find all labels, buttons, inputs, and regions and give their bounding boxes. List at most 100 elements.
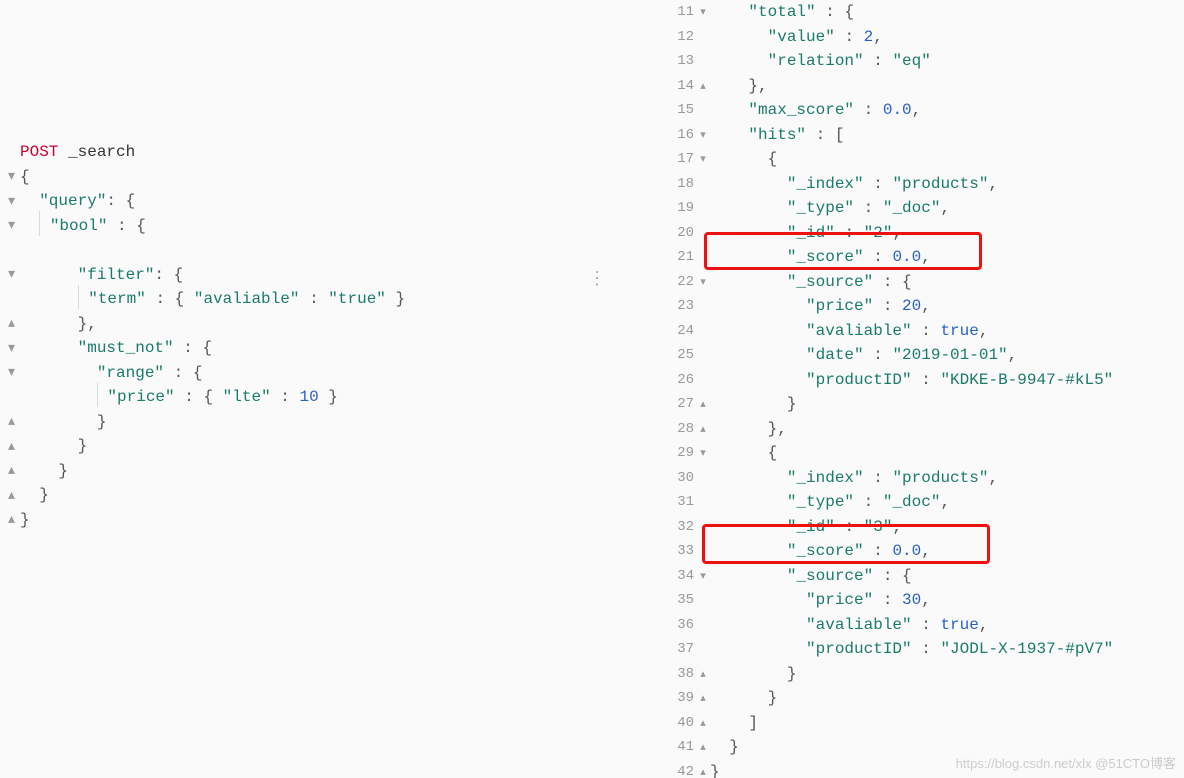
code-line[interactable]: 18 "_index" : "products", xyxy=(662,172,1113,197)
code-line[interactable]: 40▴ ] xyxy=(662,711,1113,736)
code-line[interactable]: 39▴ } xyxy=(662,686,1113,711)
fold-marker[interactable]: ▴ xyxy=(0,434,18,459)
code-line[interactable]: 19 "_type" : "_doc", xyxy=(662,196,1113,221)
code-line[interactable]: 30 "_index" : "products", xyxy=(662,466,1113,491)
code-line[interactable]: } xyxy=(20,410,405,435)
code-line[interactable]: 34▾ "_source" : { xyxy=(662,564,1113,589)
code-line[interactable]: } xyxy=(20,483,405,508)
line-number: 30 xyxy=(662,470,696,486)
fold-marker[interactable]: ▴ xyxy=(696,716,710,730)
line-number: 29 xyxy=(662,445,696,461)
code-line[interactable]: 27▴ } xyxy=(662,392,1113,417)
line-number: 13 xyxy=(662,53,696,69)
line-number: 31 xyxy=(662,494,696,510)
code-line[interactable]: { xyxy=(20,165,405,190)
fold-marker[interactable]: ▾ xyxy=(696,275,710,289)
fold-marker[interactable]: ▴ xyxy=(0,312,18,337)
code-line[interactable]: 15 "max_score" : 0.0, xyxy=(662,98,1113,123)
code-line[interactable]: 20 "_id" : "2", xyxy=(662,221,1113,246)
code-line[interactable]: 14▴ }, xyxy=(662,74,1113,99)
fold-marker[interactable]: ▴ xyxy=(696,422,710,436)
fold-marker[interactable]: ▾ xyxy=(0,165,18,190)
fold-marker[interactable]: ▾ xyxy=(696,152,710,166)
fold-marker[interactable]: ▴ xyxy=(696,667,710,681)
code-line[interactable]: 16▾ "hits" : [ xyxy=(662,123,1113,148)
fold-marker[interactable]: ▴ xyxy=(0,459,18,484)
fold-marker[interactable]: ▴ xyxy=(696,397,710,411)
code-line[interactable]: 13 "relation" : "eq" xyxy=(662,49,1113,74)
code-line[interactable]: } xyxy=(20,508,405,533)
code-line[interactable]: 37 "productID" : "JODL-X-1937-#pV7" xyxy=(662,637,1113,662)
request-pane[interactable]: ▾▾▾▾▴▾▾▴▴▴▴▴ POST _search{ "query": { "b… xyxy=(0,0,600,778)
line-number: 35 xyxy=(662,592,696,608)
fold-marker[interactable]: ▾ xyxy=(0,214,18,239)
code-line[interactable]: 12 "value" : 2, xyxy=(662,25,1113,50)
fold-marker[interactable]: ▾ xyxy=(0,361,18,386)
code-line[interactable]: "term" : { "avaliable" : "true" } xyxy=(20,287,405,312)
editor-panes: ▾▾▾▾▴▾▾▴▴▴▴▴ POST _search{ "query": { "b… xyxy=(0,0,1184,778)
resize-handle-icon[interactable]: ⋮ xyxy=(588,268,607,290)
code-line[interactable]: 25 "date" : "2019-01-01", xyxy=(662,343,1113,368)
request-code[interactable]: POST _search{ "query": { "bool" : { "fil… xyxy=(20,140,405,532)
code-line[interactable]: "price" : { "lte" : 10 } xyxy=(20,385,405,410)
fold-marker xyxy=(0,287,18,312)
code-line[interactable]: "filter": { xyxy=(20,263,405,288)
code-line[interactable]: } xyxy=(20,459,405,484)
code-line[interactable]: 21 "_score" : 0.0, xyxy=(662,245,1113,270)
code-line[interactable]: 36 "avaliable" : true, xyxy=(662,613,1113,638)
watermark-text: https://blog.csdn.net/xlx @51CTO博客 xyxy=(956,753,1176,772)
response-code[interactable]: 11▾ "total" : {12 "value" : 2,13 "relati… xyxy=(662,0,1113,778)
code-line[interactable]: 35 "price" : 30, xyxy=(662,588,1113,613)
fold-marker[interactable]: ▴ xyxy=(696,765,710,778)
fold-marker[interactable]: ▾ xyxy=(0,336,18,361)
fold-marker[interactable]: ▾ xyxy=(696,128,710,142)
code-line[interactable]: 23 "price" : 20, xyxy=(662,294,1113,319)
fold-marker[interactable]: ▴ xyxy=(0,508,18,533)
code-line[interactable]: "bool" : { xyxy=(20,214,405,239)
line-number: 41 xyxy=(662,739,696,755)
fold-marker[interactable]: ▴ xyxy=(696,79,710,93)
code-line[interactable]: } xyxy=(20,434,405,459)
fold-marker[interactable]: ▾ xyxy=(0,189,18,214)
line-number: 14 xyxy=(662,78,696,94)
code-line[interactable]: "must_not" : { xyxy=(20,336,405,361)
line-number: 39 xyxy=(662,690,696,706)
code-line[interactable]: 22▾ "_source" : { xyxy=(662,270,1113,295)
fold-marker[interactable]: ▴ xyxy=(0,483,18,508)
code-line[interactable]: 17▾ { xyxy=(662,147,1113,172)
fold-marker[interactable]: ▴ xyxy=(696,691,710,705)
line-number: 33 xyxy=(662,543,696,559)
response-pane[interactable]: 11▾ "total" : {12 "value" : 2,13 "relati… xyxy=(600,0,1184,778)
code-line[interactable]: 24 "avaliable" : true, xyxy=(662,319,1113,344)
code-line[interactable]: 31 "_type" : "_doc", xyxy=(662,490,1113,515)
fold-marker[interactable]: ▾ xyxy=(696,446,710,460)
line-number: 12 xyxy=(662,29,696,45)
line-number: 25 xyxy=(662,347,696,363)
code-line[interactable]: "query": { xyxy=(20,189,405,214)
line-number: 24 xyxy=(662,323,696,339)
code-line[interactable]: 33 "_score" : 0.0, xyxy=(662,539,1113,564)
fold-marker xyxy=(0,238,18,263)
fold-marker[interactable]: ▴ xyxy=(696,740,710,754)
line-number: 21 xyxy=(662,249,696,265)
code-line[interactable]: 26 "productID" : "KDKE-B-9947-#kL5" xyxy=(662,368,1113,393)
code-line[interactable]: 32 "_id" : "3", xyxy=(662,515,1113,540)
fold-marker[interactable]: ▾ xyxy=(0,263,18,288)
line-number: 28 xyxy=(662,421,696,437)
code-line[interactable]: "range" : { xyxy=(20,361,405,386)
code-line[interactable]: 11▾ "total" : { xyxy=(662,0,1113,25)
code-line[interactable] xyxy=(20,238,405,263)
code-line[interactable]: 28▴ }, xyxy=(662,417,1113,442)
line-number: 22 xyxy=(662,274,696,290)
code-line[interactable]: 38▴ } xyxy=(662,662,1113,687)
code-line[interactable]: }, xyxy=(20,312,405,337)
line-number: 16 xyxy=(662,127,696,143)
fold-marker xyxy=(0,140,18,165)
line-number: 38 xyxy=(662,666,696,682)
code-line[interactable]: POST _search xyxy=(20,140,405,165)
fold-marker[interactable]: ▴ xyxy=(0,410,18,435)
code-line[interactable]: 29▾ { xyxy=(662,441,1113,466)
fold-marker[interactable]: ▾ xyxy=(696,5,710,19)
fold-marker[interactable]: ▾ xyxy=(696,569,710,583)
line-number: 27 xyxy=(662,396,696,412)
